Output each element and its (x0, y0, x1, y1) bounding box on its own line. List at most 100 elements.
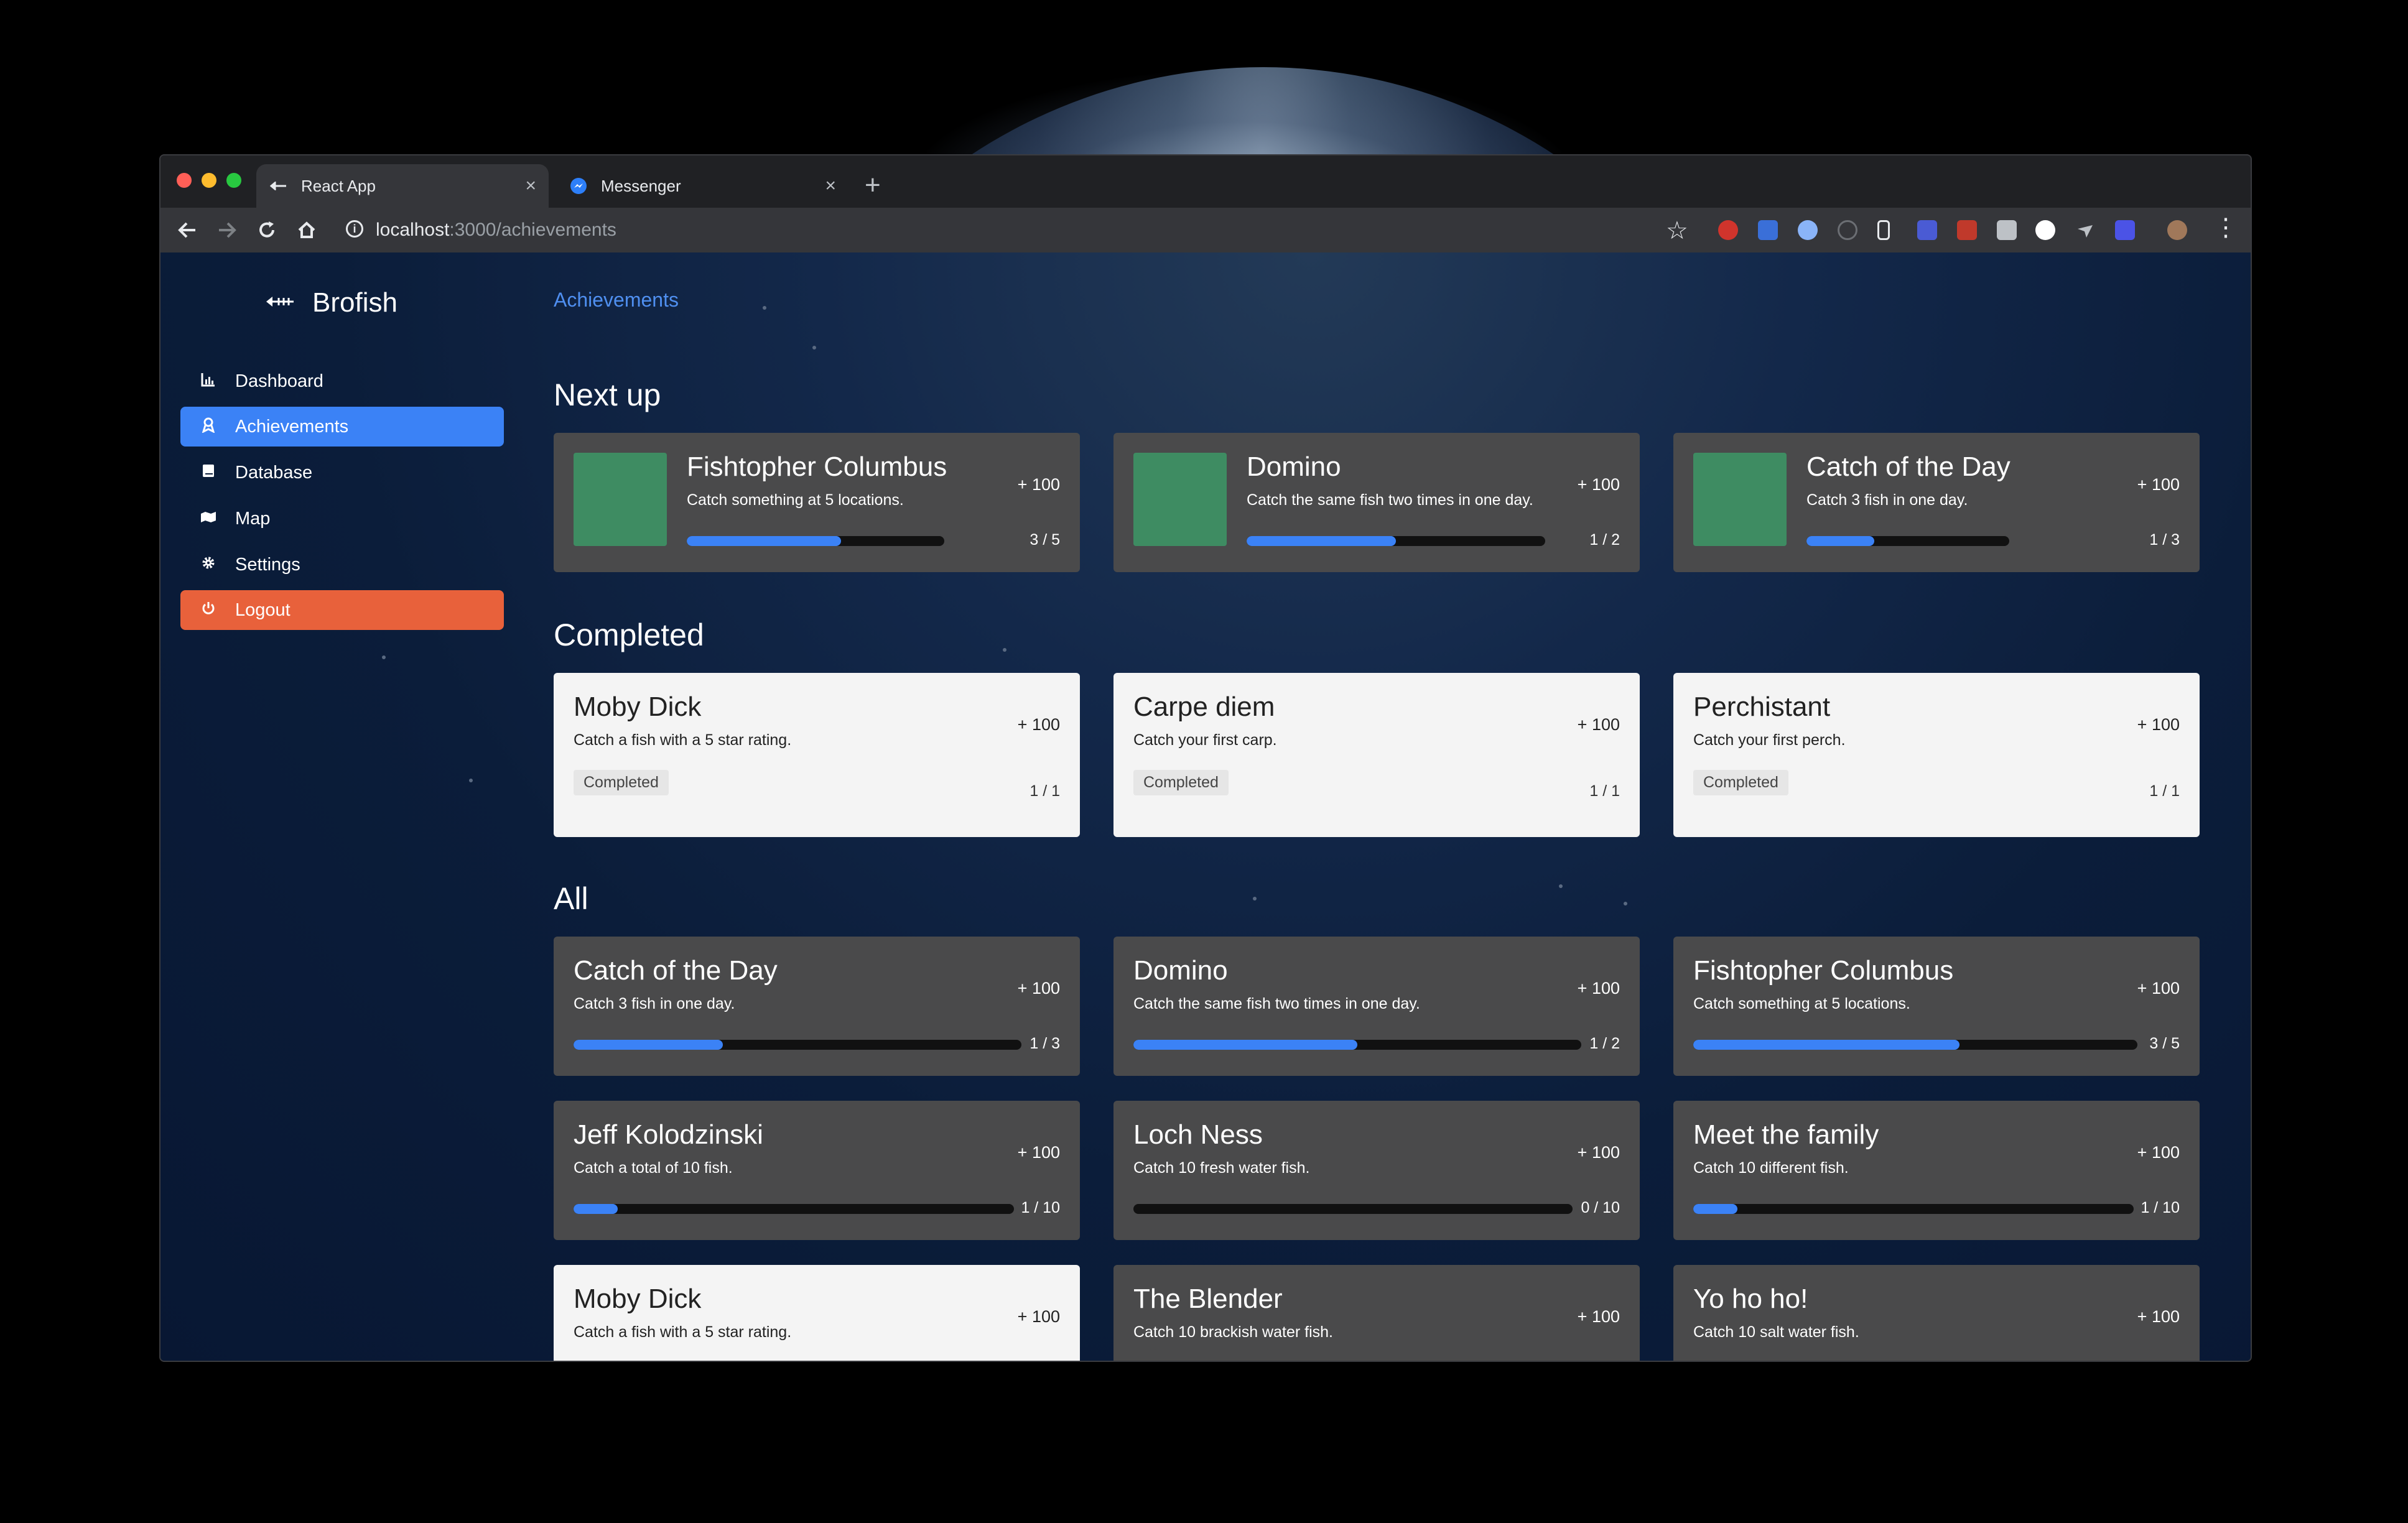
achievement-points: + 100 (2137, 715, 2180, 734)
extension-bookmark-icon[interactable] (1877, 220, 1890, 240)
achievement-card[interactable]: Jeff Kolodzinski + 100 Catch a total of … (554, 1101, 1080, 1240)
achievement-points: + 100 (1017, 715, 1060, 734)
sidebar-item-logout[interactable]: Logout (180, 590, 504, 630)
star-dot (469, 779, 473, 782)
achievement-points: + 100 (1017, 979, 1060, 998)
achievement-title: Jeff Kolodzinski (574, 1119, 763, 1150)
completed-card[interactable]: Perchistant + 100 Catch your first perch… (1673, 673, 2200, 837)
site-info-icon[interactable]: i (346, 220, 363, 238)
progress-fill (574, 1204, 618, 1214)
bookmark-star-icon[interactable]: ☆ (1666, 216, 1688, 245)
fish-logo-icon (265, 292, 296, 313)
profile-avatar[interactable] (2167, 220, 2187, 240)
star-dot (763, 306, 766, 310)
browser-toolbar: i localhost:3000/achievements ☆ ⋮ (160, 208, 2251, 252)
achievement-title: Domino (1133, 955, 1228, 986)
achievement-card[interactable]: Fishtopher Columbus + 100 Catch somethin… (1673, 937, 2200, 1076)
star-dot (1003, 648, 1006, 652)
achievement-card[interactable]: Meet the family + 100 Catch 10 different… (1673, 1101, 2200, 1240)
sidebar-item-settings[interactable]: Settings (180, 545, 504, 585)
achievement-title: Catch of the Day (1806, 451, 2011, 482)
completed-card[interactable]: Moby Dick + 100 Catch a fish with a 5 st… (554, 673, 1080, 837)
progress-bar (574, 1040, 1021, 1050)
tab-react-app[interactable]: React App × (256, 164, 549, 208)
progress-fill (1693, 1204, 1737, 1214)
close-window-button[interactable] (177, 173, 192, 188)
extension-purple-icon[interactable] (2115, 220, 2135, 240)
next-up-card[interactable]: Fishtopher Columbus + 100 Catch somethin… (554, 433, 1080, 572)
achievement-title: Moby Dick (574, 1284, 702, 1314)
progress-fill (1247, 536, 1396, 546)
sidebar-item-map[interactable]: Map (180, 499, 504, 539)
extension-shield-icon[interactable] (1718, 220, 1738, 240)
progress-count: 1 / 1 (2149, 782, 2180, 800)
maximize-window-button[interactable] (226, 173, 241, 188)
sidebar-item-dashboard[interactable]: Dashboard (180, 361, 504, 401)
progress-count: 3 / 5 (2149, 1035, 2180, 1052)
extension-red-icon[interactable] (1957, 220, 1977, 240)
achievement-title: The Blender (1133, 1284, 1283, 1314)
achievement-description: Catch something at 5 locations. (687, 491, 904, 509)
tab-messenger[interactable]: Messenger × (556, 164, 848, 208)
star-dot (1624, 902, 1627, 905)
completed-badge: Completed (1693, 770, 1788, 795)
extension-bird-icon[interactable] (2075, 220, 2095, 240)
extension-blue-icon[interactable] (1917, 220, 1937, 240)
back-icon[interactable] (177, 216, 198, 250)
app-brand[interactable]: Brofish (265, 287, 397, 318)
close-tab-icon[interactable]: × (525, 175, 536, 197)
achievement-description: Catch the same fish two times in one day… (1247, 491, 1533, 509)
achievement-points: + 100 (2137, 1307, 2180, 1326)
star-dot (812, 346, 816, 350)
reload-icon[interactable] (256, 216, 277, 250)
extension-circle-icon[interactable] (2035, 220, 2055, 240)
menu-dots-icon[interactable]: ⋮ (2213, 214, 2238, 241)
completed-card[interactable]: Carpe diem + 100 Catch your first carp. … (1113, 673, 1640, 837)
progress-count: 1 / 10 (2141, 1199, 2180, 1216)
achievement-card[interactable]: Catch of the Day + 100 Catch 3 fish in o… (554, 937, 1080, 1076)
url-host: localhost (376, 220, 450, 240)
progress-bar (1133, 1040, 1581, 1050)
progress-bar (1247, 536, 1545, 546)
achievement-points: + 100 (1577, 979, 1620, 998)
sidebar-item-label: Settings (235, 554, 300, 575)
achievement-description: Catch a total of 10 fish. (574, 1159, 733, 1177)
achievement-card[interactable]: Domino + 100 Catch the same fish two tim… (1113, 937, 1640, 1076)
forward-icon[interactable] (216, 216, 238, 250)
star-dot (1253, 897, 1257, 900)
progress-bar (1693, 1204, 2134, 1214)
home-icon[interactable] (296, 216, 317, 250)
sidebar-item-database[interactable]: Database (180, 453, 504, 493)
power-icon (199, 601, 218, 620)
close-tab-icon[interactable]: × (825, 175, 836, 197)
next-up-card[interactable]: Catch of the Day + 100 Catch 3 fish in o… (1673, 433, 2200, 572)
achievement-description: Catch 10 salt water fish. (1693, 1323, 1859, 1341)
achievement-description: Catch the same fish two times in one day… (1133, 995, 1420, 1012)
breadcrumb[interactable]: Achievements (554, 289, 679, 312)
achievement-description: Catch 10 brackish water fish. (1133, 1323, 1333, 1341)
section-title-next-up: Next up (554, 377, 661, 412)
sidebar-item-label: Achievements (235, 416, 349, 437)
address-bar[interactable]: localhost:3000/achievements (376, 218, 616, 243)
achievement-card[interactable]: Loch Ness + 100 Catch 10 fresh water fis… (1113, 1101, 1640, 1240)
achievement-card[interactable]: Yo ho ho! + 100 Catch 10 salt water fish… (1673, 1265, 2200, 1361)
extension-translate-icon[interactable] (1758, 220, 1778, 240)
achievement-points: + 100 (1577, 1307, 1620, 1326)
url-path: :3000/achievements (449, 220, 616, 240)
progress-count: 1 / 2 (1589, 1035, 1620, 1052)
progress-bar (1806, 536, 2009, 546)
tab-bar: React App × Messenger × + (160, 155, 2251, 208)
extension-globe-icon[interactable] (1798, 220, 1818, 240)
achievement-description: Catch a fish with a 5 star rating. (574, 1323, 792, 1341)
next-up-card[interactable]: Domino + 100 Catch the same fish two tim… (1113, 433, 1640, 572)
extension-grey-icon[interactable] (1997, 220, 2017, 240)
sidebar-item-achievements[interactable]: Achievements (180, 407, 504, 447)
achievement-points: + 100 (1017, 1143, 1060, 1162)
sidebar-item-label: Database (235, 462, 313, 483)
section-title-all: All (554, 881, 588, 916)
minimize-window-button[interactable] (202, 173, 216, 188)
achievement-card[interactable]: Moby Dick + 100 Catch a fish with a 5 st… (554, 1265, 1080, 1361)
achievement-card[interactable]: The Blender + 100 Catch 10 brackish wate… (1113, 1265, 1640, 1361)
extension-info-icon[interactable] (1838, 220, 1857, 240)
new-tab-button[interactable]: + (865, 168, 881, 203)
